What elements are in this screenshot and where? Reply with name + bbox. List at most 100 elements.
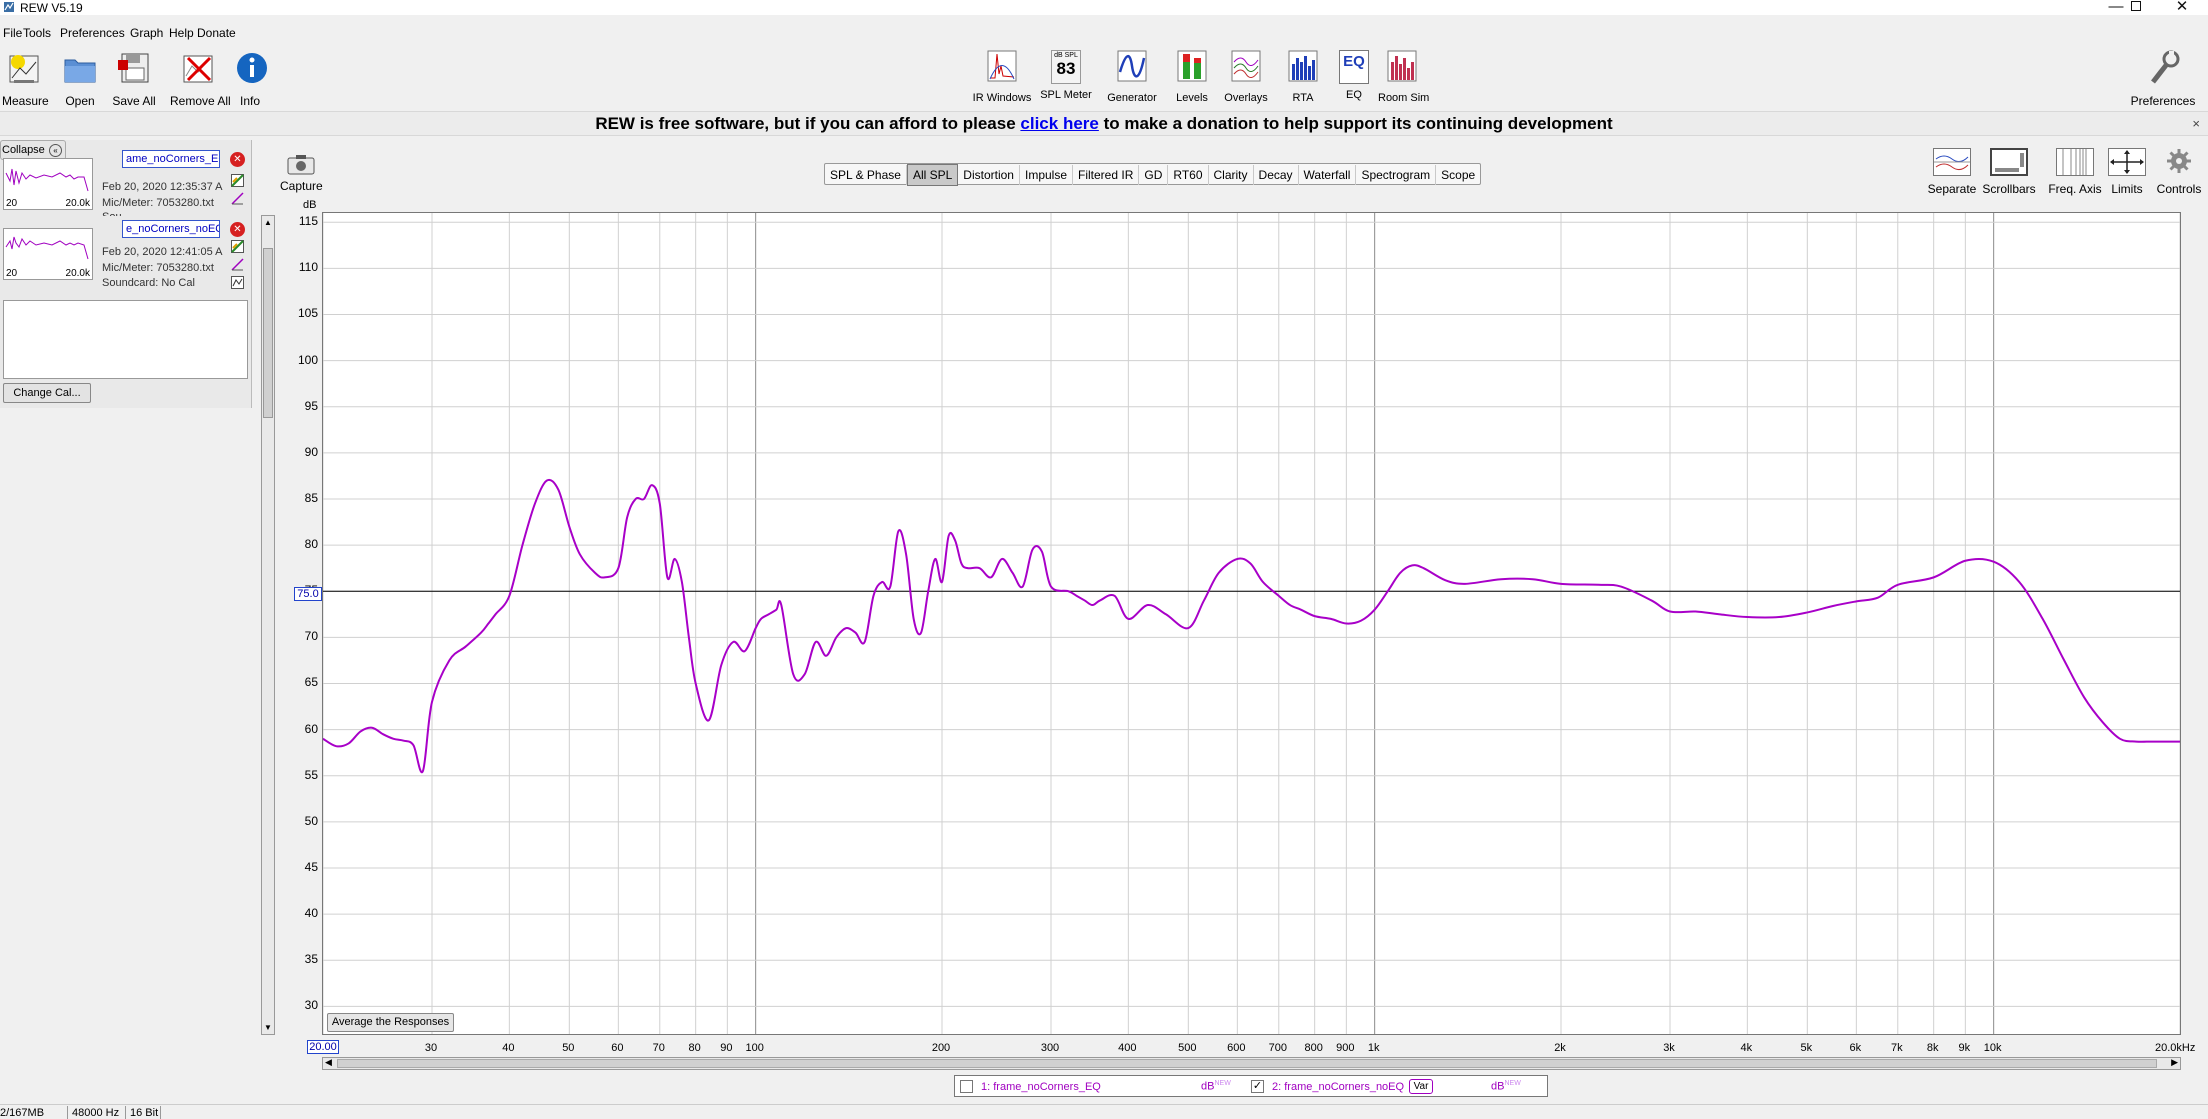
preferences-button[interactable]: Preferences — [2128, 50, 2198, 108]
overlays-button[interactable]: Overlays — [1222, 50, 1270, 104]
ir-windows-button[interactable]: IR Windows — [970, 50, 1034, 104]
limits-button[interactable]: Limits — [2106, 148, 2148, 196]
spl-graph-svg[interactable] — [322, 213, 2181, 1034]
measurement-cal-icon[interactable] — [230, 276, 245, 289]
info-button[interactable]: Info — [234, 50, 267, 108]
tab-spl-phase[interactable]: SPL & Phase — [825, 165, 907, 185]
menu-file[interactable]: File — [3, 26, 22, 40]
ir-windows-label: IR Windows — [972, 92, 1032, 104]
horizontal-scrollbar[interactable]: ◀ ▶ — [322, 1057, 2181, 1070]
y-tick-label: 60 — [304, 721, 318, 736]
tab-filtered-ir[interactable]: Filtered IR — [1073, 165, 1140, 185]
vertical-scroll-thumb[interactable] — [263, 248, 273, 418]
scrollbars-button[interactable]: Scrollbars — [1982, 148, 2036, 196]
generator-button[interactable]: Generator — [1106, 50, 1158, 104]
y-cursor-field[interactable]: 75.0 — [294, 587, 322, 601]
x-min-field[interactable]: 20.00 — [307, 1040, 339, 1054]
separate-label: Separate — [1927, 182, 1977, 196]
scroll-left-icon[interactable]: ◀ — [325, 1057, 332, 1068]
y-tick-label: 85 — [304, 490, 318, 505]
measurement-thumbnail-2: 20 20.0k — [3, 228, 93, 280]
close-window-icon[interactable]: ✕ — [2162, 0, 2202, 15]
measurement-notes-area[interactable] — [3, 300, 248, 379]
measurement-edit-icon[interactable] — [230, 192, 245, 205]
separate-button[interactable]: Separate — [1926, 148, 1978, 196]
scroll-right-icon[interactable]: ▶ — [2171, 1057, 2178, 1068]
scroll-up-icon[interactable]: ▲ — [264, 218, 272, 227]
room-sim-icon — [1387, 50, 1417, 82]
tab-spectrogram[interactable]: Spectrogram — [1356, 165, 1437, 185]
capture-button[interactable]: Capture — [280, 152, 323, 193]
gear-icon — [2160, 148, 2198, 176]
measurement-date-2: Feb 20, 2020 12:41:05 A — [102, 246, 223, 258]
status-bit-depth: 16 Bit — [130, 1107, 159, 1119]
main-toolbar: Measure Open Save All Remove All Info IR… — [0, 42, 2208, 108]
measurement-name-field-1[interactable]: ame_noCorners_EQ — [122, 150, 220, 168]
tab-rt60[interactable]: RT60 — [1168, 165, 1209, 185]
menu-graph[interactable]: Graph — [130, 26, 163, 40]
spl-meter-button[interactable]: dB SPL 83 SPL Meter — [1040, 50, 1092, 101]
x-tick-label: 5k — [1800, 1042, 1813, 1054]
measurement-color-icon[interactable] — [230, 174, 245, 187]
remove-all-icon — [183, 55, 213, 83]
tab-distortion[interactable]: Distortion — [958, 165, 1020, 185]
tab-scope[interactable]: Scope — [1436, 165, 1480, 185]
legend-checkbox-1[interactable] — [960, 1080, 973, 1093]
measure-button[interactable]: Measure — [2, 50, 49, 108]
menu-preferences[interactable]: Preferences — [60, 26, 125, 40]
measurement-name-field-2[interactable]: e_noCorners_noEQ — [122, 220, 220, 238]
eq-button[interactable]: EQ EQ — [1338, 50, 1370, 101]
measurement-date-1: Feb 20, 2020 12:35:37 A — [102, 181, 223, 193]
tab-waterfall[interactable]: Waterfall — [1299, 165, 1357, 185]
legend-var-button[interactable]: Var — [1409, 1079, 1433, 1094]
menu-donate[interactable]: Donate — [197, 26, 236, 40]
scroll-down-icon[interactable]: ▼ — [264, 1023, 272, 1032]
freq-axis-button[interactable]: Freq. Axis — [2048, 148, 2102, 196]
open-button[interactable]: Open — [60, 50, 100, 108]
measurement-color-icon[interactable] — [230, 240, 245, 253]
remove-measurement-icon[interactable]: ✕ — [230, 152, 245, 167]
vertical-scrollbar[interactable]: ▲ ▼ — [261, 215, 275, 1035]
levels-icon — [1177, 50, 1207, 82]
measurement-item-1[interactable]: 20 20.0k ame_noCorners_EQ ✕ Feb 20, 2020… — [0, 144, 250, 216]
change-cal-button[interactable]: Change Cal... — [3, 383, 91, 403]
spl-graph[interactable]: Average the Responses — [322, 212, 2181, 1035]
freq-axis-icon — [2056, 148, 2094, 176]
save-all-button[interactable]: Save All — [112, 50, 156, 108]
levels-button[interactable]: Levels — [1174, 50, 1210, 104]
rew-app-icon — [4, 2, 14, 12]
donate-link[interactable]: click here — [1020, 114, 1098, 133]
x-tick-label: 90 — [720, 1042, 733, 1054]
tab-impulse[interactable]: Impulse — [1020, 165, 1074, 185]
window-title: REW V5.19 — [20, 1, 83, 15]
room-sim-button[interactable]: Room Sim — [1378, 50, 1429, 104]
tab-all-spl[interactable]: All SPL — [906, 164, 959, 186]
horizontal-scroll-thumb[interactable] — [337, 1059, 2157, 1068]
banner-close-icon[interactable]: × — [2192, 112, 2200, 136]
x-tick-label: 3k — [1663, 1042, 1675, 1054]
thumb-max-label-2: 20.0k — [65, 268, 90, 279]
x-tick-label: 9k — [1958, 1042, 1971, 1054]
average-responses-button[interactable]: Average the Responses — [327, 1013, 454, 1032]
menu-tools[interactable]: Tools — [23, 26, 51, 40]
tab-gd[interactable]: GD — [1139, 165, 1169, 185]
legend-checkbox-2[interactable]: ✓ — [1251, 1080, 1264, 1093]
x-tick-label: 7k — [1890, 1042, 1903, 1054]
controls-button[interactable]: Controls — [2154, 148, 2204, 196]
y-tick-label: 70 — [304, 629, 318, 644]
x-tick-label: 70 — [652, 1042, 665, 1054]
rta-button[interactable]: RTA — [1287, 50, 1319, 104]
tab-clarity[interactable]: Clarity — [1209, 165, 1254, 185]
remove-measurement-icon[interactable]: ✕ — [230, 222, 245, 237]
x-tick-label: 100 — [745, 1042, 764, 1054]
tab-decay[interactable]: Decay — [1254, 165, 1299, 185]
scrollbars-label: Scrollbars — [1982, 182, 2036, 196]
remove-all-button[interactable]: Remove All — [170, 50, 231, 108]
legend-unit-2: dBNEW — [1491, 1080, 1521, 1093]
open-label: Open — [65, 94, 95, 108]
maximize-icon[interactable] — [2116, 0, 2156, 15]
menu-help[interactable]: Help — [169, 26, 194, 40]
measurement-item-2[interactable]: 20 20.0k e_noCorners_noEQ ✕ Feb 20, 2020… — [0, 214, 250, 289]
measurement-edit-icon[interactable] — [230, 258, 245, 271]
x-tick-label: 400 — [1118, 1042, 1137, 1054]
